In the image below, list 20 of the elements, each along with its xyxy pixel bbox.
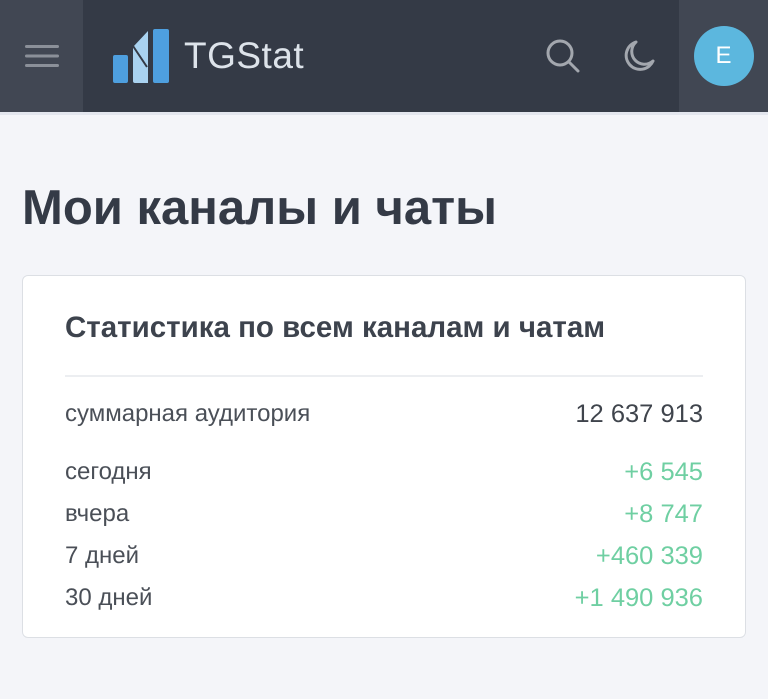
menu-button[interactable] xyxy=(0,0,83,112)
search-button[interactable] xyxy=(546,39,580,73)
growth-value: +460 339 xyxy=(596,542,703,570)
period-label: вчера xyxy=(65,500,130,528)
card-title: Статистика по всем каналам и чатам xyxy=(65,310,606,346)
growth-value: +6 545 xyxy=(624,458,703,486)
menu-icon xyxy=(24,45,58,67)
bar-chart-logo-icon xyxy=(113,29,169,83)
moon-icon xyxy=(623,40,655,72)
growth-value: +1 490 936 xyxy=(574,584,703,612)
stat-value: 12 637 913 xyxy=(575,400,703,428)
growth-value: +8 747 xyxy=(624,500,703,528)
period-label: сегодня xyxy=(65,458,152,486)
stat-label: суммарная аудитория xyxy=(65,400,310,428)
logo-text[interactable]: TGStat xyxy=(184,35,304,77)
dark-mode-button[interactable] xyxy=(622,39,656,73)
search-icon xyxy=(546,39,580,73)
period-label: 7 дней xyxy=(65,542,140,570)
period-label: 30 дней xyxy=(65,584,152,612)
page-title: Мои каналы и чаты xyxy=(22,180,497,237)
